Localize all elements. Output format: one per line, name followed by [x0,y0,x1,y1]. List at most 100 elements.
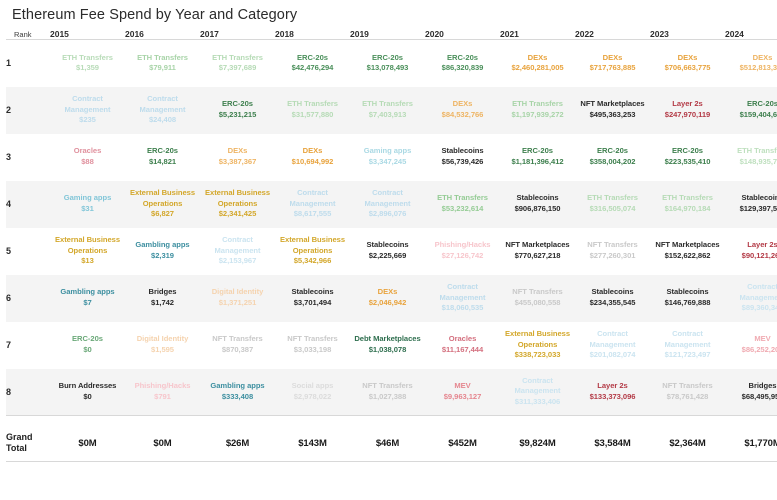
category-cell[interactable]: ETH Transfers $1,197,939,272 [500,86,575,134]
header-year-2019: 2019 [350,29,425,40]
category-label: ERC-20s [672,146,703,156]
category-cell[interactable]: Burn Addresses $0 [50,368,125,416]
category-cell[interactable]: Contract Management $235 [50,86,125,134]
category-cell[interactable]: DEXs $706,663,775 [650,40,725,87]
category-cell[interactable]: DEXs $717,763,885 [575,40,650,87]
category-amount: $3,387,367 [218,157,257,166]
category-cell[interactable]: Contract Management $8,617,555 [275,180,350,228]
category-cell[interactable]: NFT Marketplaces $152,622,862 [650,228,725,275]
category-amount: $3,033,198 [293,345,332,354]
category-cell[interactable]: Stablecoins $234,355,545 [575,274,650,322]
category-amount: $2,978,022 [293,391,332,401]
category-cell[interactable]: ERC-20s $86,320,839 [425,40,500,87]
category-cell[interactable]: ERC-20s $0 [50,322,125,369]
category-cell[interactable]: Contract Management $121,723,497 [650,322,725,369]
category-cell[interactable]: Contract Management$89,360,349 [725,274,777,322]
grand-total-label-line2: Total [6,443,27,453]
category-cell[interactable]: ETH Transfers$148,935,748 [725,134,777,181]
category-cell[interactable]: NFT Transfers $3,033,198 [275,322,350,369]
category-cell[interactable]: NFT Transfers $455,080,558 [500,274,575,322]
category-cell[interactable]: Contract Management $2,153,967 [200,228,275,275]
category-cell[interactable]: NFT Transfers $870,387 [200,322,275,369]
category-cell[interactable]: ETH Transfers $79,911 [125,40,200,87]
category-amount: $870,387 [221,345,254,354]
category-cell[interactable]: Contract Management $2,896,076 [350,180,425,228]
table-row: 1 ETH Transfers $1,359 ETH Transfers $79,911… [6,40,777,87]
category-cell[interactable]: ETH Transfers $316,505,074 [575,180,650,228]
category-label: Contract Management [364,188,411,208]
category-label: Contract Management [64,94,111,114]
category-cell[interactable]: Phishing/Hacks $791 [125,368,200,416]
category-amount: $455,080,558 [514,298,561,307]
category-cell[interactable]: Gaming apps $31 [50,180,125,228]
category-amount: $9,963,127 [443,391,482,401]
category-cell[interactable]: DEXs $10,694,992 [275,134,350,181]
category-cell[interactable]: Bridges $1,742 [125,274,200,322]
category-cell[interactable]: External Business Operations $2,341,425 [200,180,275,228]
category-cell[interactable]: External Business Operations $5,342,966 [275,228,350,275]
category-cell[interactable]: NFT Transfers $1,027,388 [350,368,425,416]
category-cell[interactable]: ERC-20s $358,004,202 [575,134,650,181]
category-cell[interactable]: NFT Marketplaces $770,627,218 [500,228,575,275]
category-label: Contract Management [739,282,777,302]
category-cell[interactable]: DEXs $2,046,942 [350,274,425,322]
category-cell[interactable]: Gambling apps $333,408 [200,368,275,416]
category-cell[interactable]: NFT Marketplaces $495,363,253 [575,86,650,134]
category-cell[interactable]: Contract Management $18,060,535 [425,274,500,322]
category-cell[interactable]: ETH Transfers $31,577,880 [275,86,350,134]
category-cell[interactable]: External Business Operations $6,827 [125,180,200,228]
category-cell[interactable]: Digital Identity $1,595 [125,322,200,369]
category-cell[interactable]: Oracles $88 [50,134,125,181]
category-cell[interactable]: Phishing/Hacks $27,126,742 [425,228,500,275]
category-cell[interactable]: Gambling apps $2,319 [125,228,200,275]
category-cell[interactable]: ETH Transfers $164,970,184 [650,180,725,228]
category-cell[interactable]: ERC-20s $1,181,396,412 [500,134,575,181]
category-label: Contract Management [439,282,486,302]
category-cell[interactable]: Stablecoins $2,225,669 [350,228,425,275]
category-cell[interactable]: Stablecoins $906,876,150 [500,180,575,228]
category-cell[interactable]: ERC-20s $223,535,410 [650,134,725,181]
category-cell[interactable]: Social apps $2,978,022 [275,368,350,416]
category-cell[interactable]: Oracles $11,167,444 [425,322,500,369]
category-cell[interactable]: ETH Transfers $53,232,614 [425,180,500,228]
category-cell[interactable]: Digital Identity $1,371,251 [200,274,275,322]
category-cell[interactable]: External Business Operations $13 [50,228,125,275]
category-cell[interactable]: DEXs $84,532,766 [425,86,500,134]
category-cell[interactable]: ETH Transfers $1,359 [50,40,125,87]
category-label: Contract Management [589,329,636,349]
category-cell[interactable]: Stablecoins $56,739,426 [425,134,500,181]
category-cell[interactable]: Layer 2s $247,970,119 [650,86,725,134]
category-cell[interactable]: Layer 2s$90,121,263 [725,228,777,275]
category-cell[interactable]: ERC-20s $5,231,215 [200,86,275,134]
category-cell[interactable]: Contract Management $24,408 [125,86,200,134]
category-cell[interactable]: DEXs$512,813,339 [725,40,777,87]
category-cell[interactable]: Stablecoins $3,701,494 [275,274,350,322]
category-cell[interactable]: Layer 2s $133,373,096 [575,368,650,416]
category-cell[interactable]: Stablecoins $146,769,888 [650,274,725,322]
category-label: External Business Operations [505,329,570,349]
category-cell[interactable]: MEV $9,963,127 [425,368,500,416]
category-cell[interactable]: NFT Transfers $78,761,428 [650,368,725,416]
category-cell[interactable]: ETH Transfers $7,403,913 [350,86,425,134]
category-cell[interactable]: ERC-20s $42,476,294 [275,40,350,87]
category-cell[interactable]: Bridges$68,495,957 [725,368,777,416]
category-amount: $14,821 [148,157,177,166]
category-cell[interactable]: Stablecoins$129,397,576 [725,180,777,228]
category-cell[interactable]: ERC-20s $13,078,493 [350,40,425,87]
category-cell[interactable]: Contract Management $311,333,406 [500,368,575,416]
category-cell[interactable]: Debt Marketplaces $1,038,078 [350,322,425,369]
category-cell[interactable]: DEXs $3,387,367 [200,134,275,181]
header-rank: Rank [6,29,50,40]
category-cell[interactable]: External Business Operations $338,723,033 [500,322,575,369]
category-cell[interactable]: Gaming apps $3,347,245 [350,134,425,181]
category-cell[interactable]: ERC-20s $14,821 [125,134,200,181]
category-cell[interactable]: ETH Transfers $7,397,689 [200,40,275,87]
category-cell[interactable]: Gambling apps $7 [50,274,125,322]
category-amount: $2,341,425 [218,209,257,219]
category-amount: $1,027,388 [368,391,407,401]
category-cell[interactable]: Contract Management $201,082,074 [575,322,650,369]
category-cell[interactable]: ERC-20s$159,404,641 [725,86,777,134]
category-cell[interactable]: MEV$86,252,201 [725,322,777,369]
category-cell[interactable]: NFT Transfers $277,260,301 [575,228,650,275]
category-cell[interactable]: DEXs $2,460,281,005 [500,40,575,87]
